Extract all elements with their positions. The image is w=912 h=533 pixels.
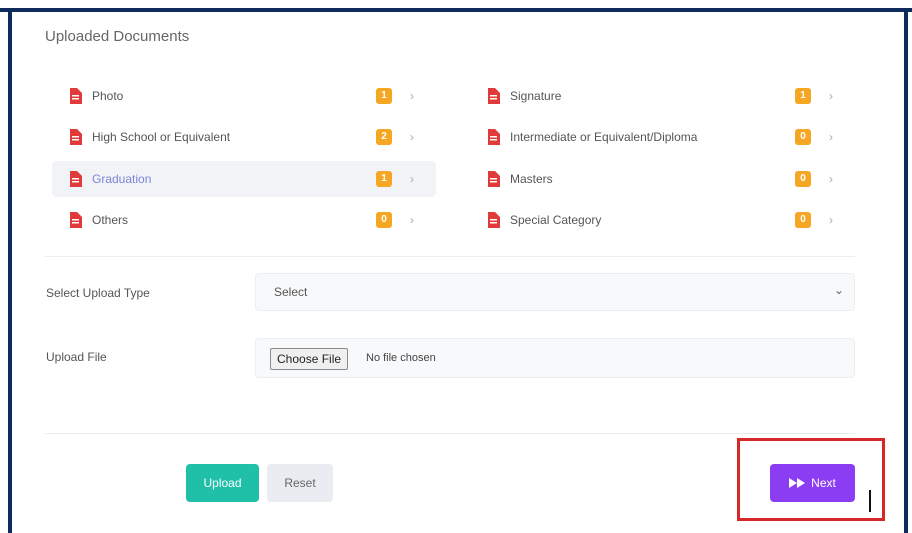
doc-item-label: Photo [92,89,124,103]
file-pdf-icon [70,129,82,145]
count-badge: 0 [795,212,811,228]
doc-item-photo[interactable]: Photo 1 › [52,78,436,114]
doc-item-label: Graduation [92,172,152,186]
count-badge: 0 [795,129,811,145]
file-pdf-icon [70,88,82,104]
upload-file-label: Upload File [46,350,107,364]
footer-divider [45,433,855,434]
text-cursor [869,490,871,512]
section-divider [45,256,855,257]
doc-item-special-category[interactable]: Special Category 0 › [470,202,854,238]
upload-type-select[interactable]: Select ⌄ [255,273,855,311]
next-button-label: Next [811,476,836,490]
file-pdf-icon [488,171,500,187]
doc-item-label: Signature [510,89,562,103]
doc-item-others[interactable]: Others 0 › [52,202,436,238]
doc-item-signature[interactable]: Signature 1 › [470,78,854,114]
chevron-right-icon: › [829,172,833,186]
file-pdf-icon [488,88,500,104]
fast-forward-icon [789,478,806,488]
frame-top-border [0,8,912,12]
doc-item-label: Special Category [510,213,602,227]
upload-button[interactable]: Upload [186,464,259,502]
doc-item-high-school[interactable]: High School or Equivalent 2 › [52,119,436,155]
doc-item-label: High School or Equivalent [92,130,231,144]
file-pdf-icon [70,171,82,187]
upload-type-value: Select [274,285,308,299]
count-badge: 0 [376,212,392,228]
chevron-right-icon: › [829,89,833,103]
count-badge: 1 [376,171,392,187]
chevron-right-icon: › [410,213,414,227]
doc-item-label: Others [92,213,129,227]
frame-right-border [904,8,908,533]
count-badge: 1 [376,88,392,104]
count-badge: 2 [376,129,392,145]
file-pdf-icon [488,212,500,228]
count-badge: 1 [795,88,811,104]
chevron-right-icon: › [410,130,414,144]
page-title: Uploaded Documents [45,28,190,45]
chevron-down-icon: ⌄ [833,283,844,297]
upload-file-input[interactable]: Choose File No file chosen [255,338,855,378]
file-pdf-icon [488,129,500,145]
doc-item-graduation[interactable]: Graduation 1 › [52,161,436,197]
choose-file-button[interactable]: Choose File [270,348,349,370]
chevron-right-icon: › [829,130,833,144]
chevron-right-icon: › [410,89,414,103]
no-file-text: No file chosen [366,352,436,364]
doc-item-masters[interactable]: Masters 0 › [470,161,854,197]
doc-item-intermediate[interactable]: Intermediate or Equivalent/Diploma 0 › [470,119,854,155]
doc-item-label: Masters [510,172,553,186]
frame-left-border [8,8,12,533]
chevron-right-icon: › [410,172,414,186]
chevron-right-icon: › [829,213,833,227]
count-badge: 0 [795,171,811,187]
doc-item-label: Intermediate or Equivalent/Diploma [510,130,698,144]
upload-type-label: Select Upload Type [46,286,150,300]
next-button[interactable]: Next [770,464,855,502]
reset-button[interactable]: Reset [267,464,333,502]
file-pdf-icon [70,212,82,228]
